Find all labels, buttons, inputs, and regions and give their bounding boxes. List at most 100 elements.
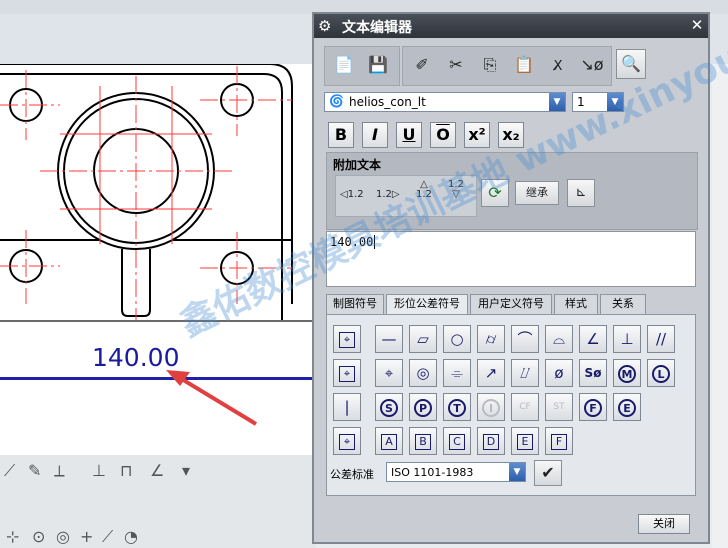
bold-button[interactable]: B [328, 122, 354, 148]
pen-icon[interactable]: ✎ [28, 461, 41, 480]
perpendicularity-button[interactable]: ⊥ [613, 325, 641, 353]
tab-user-defined-symbols[interactable]: 用户定义符号 [470, 294, 552, 314]
datum-f-button[interactable]: F [545, 427, 573, 455]
overline-label: O [436, 125, 450, 144]
text-input[interactable]: 140.00 [326, 231, 696, 287]
apply-standard-button[interactable]: ✔ [534, 460, 562, 486]
datum-e-button[interactable]: E [511, 427, 539, 455]
paste-button[interactable]: 📋 [509, 50, 539, 80]
close-icon[interactable]: ✕ [688, 16, 706, 34]
underline-button[interactable]: U [396, 122, 422, 148]
drawing-view[interactable] [0, 63, 316, 320]
projected-tolerance-icon: P [414, 398, 432, 417]
gear-icon[interactable]: ⚙ [318, 17, 331, 35]
import-text-button[interactable]: 📄 [329, 50, 359, 80]
profile-surface-button[interactable]: ⌓ [545, 325, 573, 353]
angularity-button[interactable]: ∠ [579, 325, 607, 353]
italic-button[interactable]: I [362, 122, 388, 148]
envelope-button[interactable]: E [613, 393, 641, 421]
straightness-button[interactable]: — [375, 325, 403, 353]
free-state-button[interactable]: F [579, 393, 607, 421]
flatness-button[interactable]: ▱ [409, 325, 437, 353]
snap-arc-icon[interactable]: ◔ [124, 527, 138, 546]
circularity-button[interactable]: ○ [443, 325, 471, 353]
stack-left-button[interactable]: ◁1.2 [340, 189, 364, 200]
snap-center-icon[interactable]: ⊙ [32, 527, 45, 546]
frame-separator-button[interactable]: | [333, 393, 361, 421]
snap-point-icon[interactable]: ⊹ [6, 527, 19, 546]
rfs-button[interactable]: S [375, 393, 403, 421]
datum-c-button[interactable]: C [443, 427, 471, 455]
line-icon[interactable]: ⟋ [4, 461, 15, 481]
close-button[interactable]: 关闭 [638, 514, 690, 534]
dimension-icon[interactable]: ⊥ [92, 461, 106, 480]
tab-drafting-symbols[interactable]: 制图符号 [326, 294, 384, 314]
chevron-down-icon[interactable]: ▼ [607, 93, 623, 111]
insert-composite-frame-button[interactable]: ⌖ [333, 359, 361, 387]
spherical-diameter-button[interactable]: Sø [579, 359, 607, 387]
size-combo-value: 1 [577, 95, 585, 109]
datum-a-button[interactable]: A [375, 427, 403, 455]
parallelism-button[interactable]: // [647, 325, 675, 353]
inherit-button[interactable]: 继承 [515, 181, 559, 205]
cut-button[interactable]: ✂ [441, 50, 471, 80]
overline-button[interactable]: O [430, 122, 456, 148]
snap-circle-icon[interactable]: ◎ [56, 527, 70, 546]
clear-button[interactable]: ✐ [407, 50, 437, 80]
datum-d-icon: D [483, 433, 499, 450]
superscript-button[interactable]: x² [464, 122, 490, 148]
profile-line-button[interactable]: ⌒ [511, 325, 539, 353]
snap-plus-icon[interactable]: + [80, 527, 93, 546]
stack-up-button[interactable]: △ 1.2 [416, 180, 432, 200]
tab-style[interactable]: 样式 [554, 294, 598, 314]
datum-b-button[interactable]: B [409, 427, 437, 455]
stack-down-button[interactable]: 1.2 ▽ [448, 180, 464, 200]
delete-attributes-button[interactable]: X̸ [543, 50, 573, 80]
tab-relation[interactable]: 关系 [600, 294, 646, 314]
symmetry-button[interactable]: ⌯ [443, 359, 471, 387]
right-strip [712, 64, 728, 548]
tangent-plane-button[interactable]: T [443, 393, 471, 421]
lmc-button[interactable]: L [647, 359, 675, 387]
diameter-button[interactable]: ø [545, 359, 573, 387]
subscript-button[interactable]: x₂ [498, 122, 524, 148]
refresh-button[interactable]: ⟳ [481, 179, 509, 207]
profile-surface-icon: ⌓ [553, 330, 565, 348]
mmc-icon: M [618, 364, 636, 383]
insert-symbol-button[interactable]: ↘ø [577, 50, 607, 80]
start-next-frame-button[interactable]: ⌖ [333, 427, 361, 455]
datum-d-button[interactable]: D [477, 427, 505, 455]
more-icon[interactable]: ▾ [182, 461, 190, 480]
projected-tolerance-button[interactable]: P [409, 393, 437, 421]
font-combo[interactable]: 🌀 helios_con_lt ▼ [324, 92, 566, 112]
chevron-down-icon[interactable]: ▼ [549, 93, 565, 111]
copy-button[interactable]: ⎘ [475, 50, 505, 80]
preview-button[interactable]: 🔍 [616, 49, 646, 79]
position-button[interactable]: ⌖ [375, 359, 403, 387]
cylindricity-button[interactable]: ⌭ [477, 325, 505, 353]
total-runout-button[interactable]: ⌰ [511, 359, 539, 387]
datum-a-icon: A [381, 433, 397, 450]
inherit-label: 继承 [526, 186, 548, 199]
eraser-icon: ✐ [415, 55, 429, 74]
frame-icon[interactable]: ⊓ [120, 461, 132, 480]
circular-runout-button[interactable]: ↗ [477, 359, 505, 387]
insert-leader-button[interactable]: ⊾ [567, 179, 595, 207]
angle-icon[interactable]: ∠ [150, 461, 164, 480]
statistical-button[interactable]: ST [545, 393, 573, 421]
concentricity-button[interactable]: ◎ [409, 359, 437, 387]
dialog-titlebar[interactable]: ⚙ 文本编辑器 ✕ [314, 14, 708, 38]
independency-button[interactable]: I [477, 393, 505, 421]
tab-gdt-symbols[interactable]: 形位公差符号 [386, 294, 468, 315]
tangent-plane-icon: T [448, 398, 466, 417]
save-text-button[interactable]: 💾 [363, 50, 393, 80]
size-combo[interactable]: 1 ▼ [572, 92, 624, 112]
mmc-button[interactable]: M [613, 359, 641, 387]
trim-icon[interactable]: ⟂ [54, 461, 65, 481]
stack-right-button[interactable]: 1.2▷ [376, 189, 400, 200]
snap-line-icon[interactable]: ⟋ [102, 527, 113, 547]
insert-frame-button[interactable]: ⌖ [333, 325, 361, 353]
continuous-feature-button[interactable]: CF [511, 393, 539, 421]
tolerance-standard-combo[interactable]: ISO 1101-1983 ▼ [386, 462, 526, 482]
chevron-down-icon[interactable]: ▼ [509, 463, 525, 481]
